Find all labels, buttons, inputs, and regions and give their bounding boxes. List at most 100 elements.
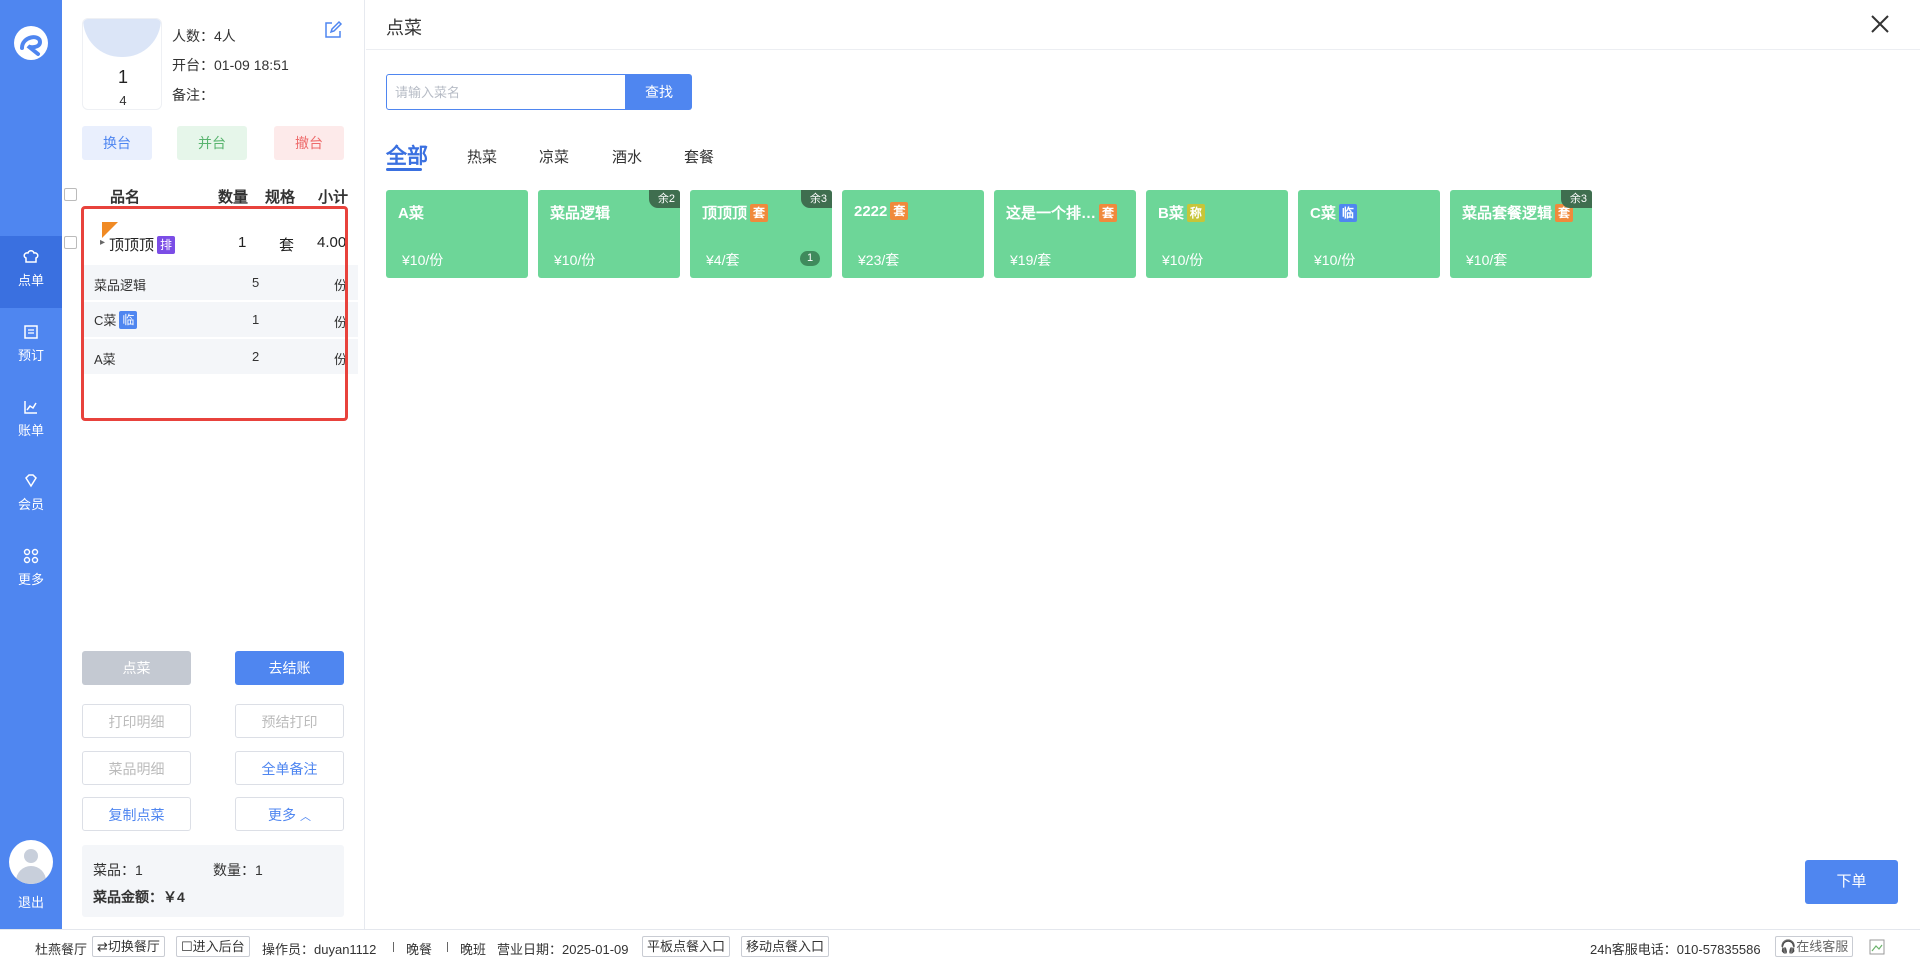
sub-item-qty: 5 (252, 275, 260, 290)
select-all-checkbox[interactable] (64, 188, 77, 201)
open-time: 开台：01-09 18:51 (172, 57, 289, 73)
category-tab-drinks[interactable]: 酒水 (612, 146, 642, 167)
dish-card[interactable]: 菜品逻辑 余2 ¥10/份 (538, 190, 680, 278)
dish-name-text: C菜 (1310, 205, 1336, 222)
dish-card[interactable]: B菜称 ¥10/份 (1146, 190, 1288, 278)
dish-card[interactable]: 顶顶顶套 余3 ¥4/套 1 (690, 190, 832, 278)
dish-name: B菜称 (1158, 202, 1205, 223)
table-number: 1 (117, 67, 128, 87)
set-tag: 套 (1099, 204, 1118, 222)
category-tab-hot[interactable]: 热菜 (467, 146, 497, 167)
checkout-button[interactable]: 去结账 (235, 651, 344, 685)
online-service-label: 在线客服 (1796, 939, 1849, 954)
search-button[interactable]: 查找 (626, 74, 692, 110)
dish-price: ¥10/份 (554, 252, 596, 268)
weigh-tag: 称 (1186, 204, 1205, 222)
order-item-spec: 套 (279, 237, 295, 254)
change-table-button[interactable]: 换台 (82, 126, 152, 160)
set-tag: 套 (890, 202, 909, 220)
dish-name-text: 顶顶顶 (702, 205, 748, 222)
app-logo-icon (14, 26, 48, 60)
more-button-label: 更多 (268, 807, 297, 823)
whole-remark-button[interactable]: 全单备注 (235, 751, 344, 785)
dish-card[interactable]: 菜品套餐逻辑套 余3 ¥10/套 (1450, 190, 1592, 278)
side-nav: 点单 预订 账单 会员 更多 退出 (0, 0, 62, 929)
dish-name-text: 这是一个排… (1006, 205, 1097, 222)
col-spec: 规格 (265, 189, 296, 206)
category-tab-cold[interactable]: 凉菜 (539, 146, 569, 167)
avatar[interactable] (9, 840, 53, 884)
backend-button[interactable]: ☐进入后台 (176, 936, 250, 957)
status-bar: 杜燕餐厅 ⇄切换餐厅 ☐进入后台 操作员：duyan1112 晚餐 晚班 营业日… (0, 929, 1920, 963)
dish-card[interactable]: A菜 ¥10/份 (386, 190, 528, 278)
table-card: 1 4 (82, 18, 162, 110)
broken-image-icon (1869, 939, 1885, 955)
nav-item-bills[interactable]: 账单 (0, 386, 62, 458)
sub-item-spec: 份 (334, 352, 348, 367)
remaining-badge: 余3 (800, 190, 832, 208)
nav-item-label: 更多 (17, 572, 44, 587)
chef-hat-icon (23, 250, 39, 263)
mobile-entry-button[interactable]: 移动点餐入口 (741, 936, 830, 957)
order-item-row[interactable]: ▸ 顶顶顶排 1 套 4.00 (64, 222, 358, 264)
expand-caret-icon[interactable]: ▸ (100, 237, 105, 248)
sub-item-name: A菜 (94, 352, 116, 367)
nav-item-label: 点单 (17, 273, 44, 288)
meal-period: 晚餐 (406, 942, 433, 957)
dish-price: ¥19/套 (1010, 252, 1052, 268)
switch-restaurant-label: 切换餐厅 (107, 939, 160, 954)
submit-order-button[interactable]: 下单 (1805, 860, 1898, 904)
sub-item-spec: 份 (334, 315, 348, 330)
dish-name-text: 菜品套餐逻辑 (1462, 205, 1553, 222)
nav-item-reservation[interactable]: 预订 (0, 311, 62, 383)
dish-price: ¥4/套 (706, 252, 740, 268)
col-qty: 数量 (218, 189, 249, 206)
restaurant-name: 杜燕餐厅 (35, 942, 88, 957)
dish-name-text: 2222 (854, 203, 888, 220)
dish-detail-button[interactable]: 菜品明细 (82, 751, 191, 785)
dish-price: ¥10/套 (1466, 252, 1508, 268)
dish-card[interactable]: C菜临 ¥10/份 (1298, 190, 1440, 278)
order-item-subtotal: 4.00 (317, 234, 347, 251)
cancel-table-button[interactable]: 撤台 (274, 126, 344, 160)
remaining-badge: 余2 (648, 190, 680, 208)
divider (393, 942, 394, 952)
pre-print-button[interactable]: 预结打印 (235, 704, 344, 738)
order-dish-button[interactable]: 点菜 (82, 651, 191, 685)
sub-item-row: A菜 2 份 (82, 339, 358, 375)
category-tab-all[interactable]: 全部 (386, 140, 428, 170)
dish-price: ¥10/份 (1314, 252, 1356, 268)
logout-button[interactable]: 退出 (0, 892, 62, 911)
nav-item-members[interactable]: 会员 (0, 460, 62, 532)
chart-icon (24, 401, 37, 414)
service-hotline: 24h客服电话：010-57835586 (1590, 942, 1761, 957)
close-icon[interactable] (1868, 12, 1892, 36)
dish-card[interactable]: 2222 套 ¥23/套 (842, 190, 984, 278)
dish-name: 菜品逻辑 (550, 205, 611, 222)
calendar-icon (24, 325, 38, 339)
copy-order-button[interactable]: 复制点菜 (82, 797, 191, 831)
dish-name: 2222 套 (854, 202, 909, 220)
switch-restaurant-button[interactable]: ⇄切换餐厅 (92, 936, 165, 957)
search-input[interactable] (386, 74, 626, 110)
sub-item-row: C菜临 1 份 (82, 302, 358, 338)
table-remark: 备注： (172, 87, 214, 103)
order-item-name-text: 顶顶顶 (109, 237, 155, 254)
col-subtotal: 小计 (318, 189, 349, 206)
category-tab-sets[interactable]: 套餐 (684, 146, 714, 167)
dish-card[interactable]: 这是一个排… 套 ¥19/套 (994, 190, 1136, 278)
tablet-entry-button[interactable]: 平板点餐入口 (642, 936, 731, 957)
edit-icon[interactable] (323, 20, 343, 40)
nav-item-order[interactable]: 点单 (0, 236, 62, 308)
dish-name: A菜 (398, 205, 424, 222)
item-checkbox[interactable] (64, 236, 77, 249)
people-count: 人数：4人 (172, 28, 236, 44)
more-button[interactable]: 更多 ︿ (235, 797, 344, 831)
print-detail-button[interactable]: 打印明细 (82, 704, 191, 738)
merge-table-button[interactable]: 并台 (177, 126, 247, 160)
temp-tag: 临 (1338, 204, 1357, 222)
online-service-button[interactable]: 🎧在线客服 (1775, 936, 1854, 957)
summary-amount: 菜品金额：￥4 (93, 889, 185, 905)
nav-item-more[interactable]: 更多 (0, 535, 62, 607)
nav-item-label: 预订 (17, 348, 44, 363)
